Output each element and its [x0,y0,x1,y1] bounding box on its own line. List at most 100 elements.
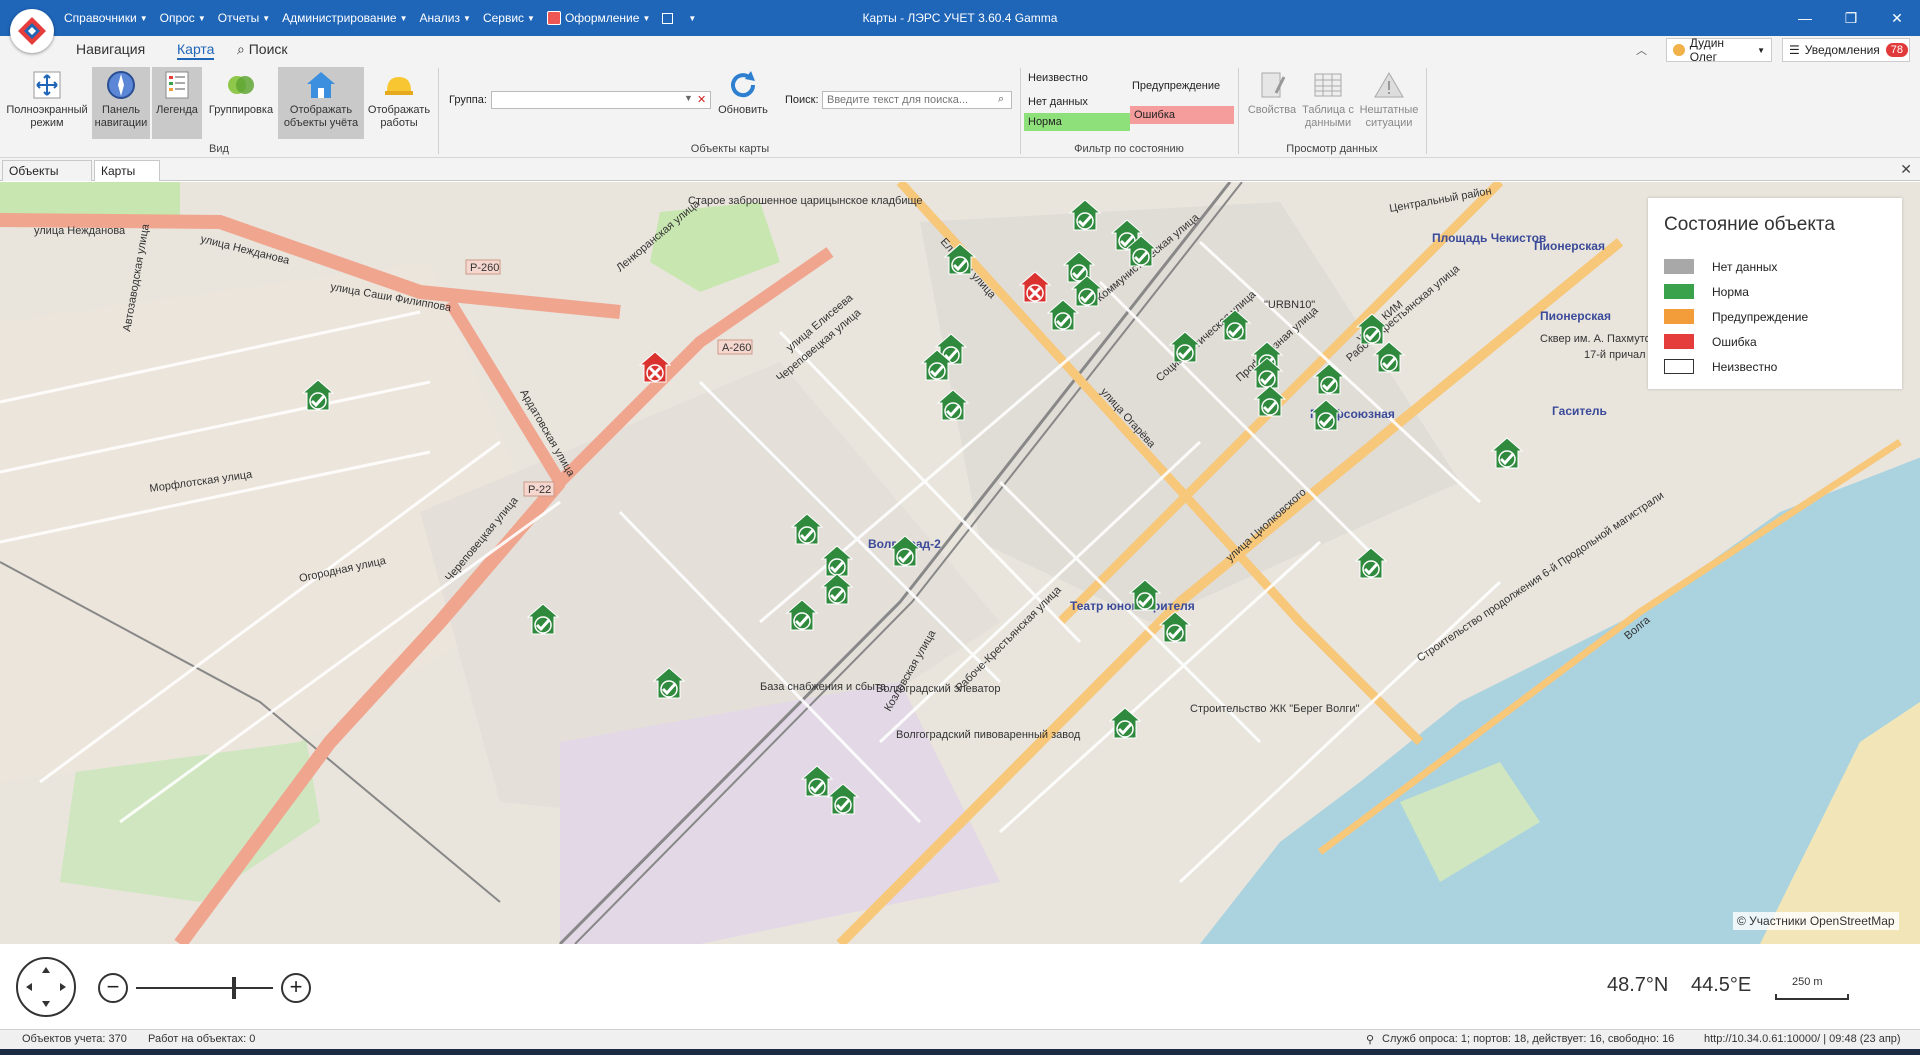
object-marker-normal[interactable] [936,388,970,422]
legend-label: Нет данных [1712,259,1778,274]
object-marker-normal[interactable] [1128,578,1162,612]
place-label: Пионерская [1540,309,1611,323]
object-marker-normal[interactable] [1108,706,1142,740]
misc-label: База снабжения и сбыта [760,681,887,693]
group-field-label: Группа: [449,94,487,106]
object-marker-normal[interactable] [526,602,560,636]
maximize-button[interactable]: ❐ [1828,0,1874,36]
show-objects-button[interactable]: Отображать объекты учёта [278,67,364,139]
status-server[interactable]: http://10.34.0.61:10000/ | 09:48 (23 апр… [1704,1033,1901,1045]
user-menu-button[interactable]: Дудин Олег ▼ [1666,36,1772,64]
menu-overflow-button[interactable]: ▼ [679,0,702,36]
menu-analysis[interactable]: Анализ ▼ [414,0,477,36]
misc-label: Старое заброшенное царицынское кладбище [688,195,923,207]
ribbon: Полноэкранный режим Панель навигации Лег… [0,64,1920,158]
object-marker-normal[interactable] [1218,308,1252,342]
logo-icon [18,17,46,45]
status-bar: Объектов учета: 370 Работ на объектах: 0… [0,1029,1920,1049]
tab-search[interactable]: ⌕ Поиск [237,41,288,58]
filter-no-data[interactable]: Нет данных [1024,93,1128,111]
zoom-slider-handle[interactable] [232,977,236,999]
search-icon[interactable]: ⌕ [998,93,1004,106]
object-marker-normal[interactable] [1124,234,1158,268]
menu-references[interactable]: Справочники ▼ [58,0,154,36]
doc-tab-objects[interactable]: Объекты учета [2,160,92,192]
zoom-slider-track[interactable] [136,987,273,989]
notifications-button[interactable]: ☰ Уведомления 78 [1782,38,1910,62]
object-marker-normal[interactable] [1354,546,1388,580]
pan-control[interactable] [16,957,76,1017]
object-marker-normal[interactable] [826,782,860,816]
object-marker-normal[interactable] [820,572,854,606]
menu-pin-button[interactable] [656,0,679,36]
filter-warning[interactable]: Предупреждение [1128,77,1234,95]
refresh-button[interactable]: Обновить [716,67,770,139]
object-marker-normal[interactable] [1068,198,1102,232]
object-marker-normal[interactable] [1158,610,1192,644]
menu-administration[interactable]: Администрирование ▼ [276,0,413,36]
show-works-button[interactable]: Отображать работы [366,67,432,139]
object-marker-normal[interactable] [785,598,819,632]
object-marker-normal[interactable] [1312,362,1346,396]
chevron-down-icon[interactable]: ▼ [684,93,693,103]
menu-service[interactable]: Сервис ▼ [477,0,541,36]
emergencies-button[interactable]: Нештатные ситуации [1356,67,1422,139]
legend-button[interactable]: Легенда [152,67,202,139]
doc-tab-maps[interactable]: Карты ✕ [94,160,160,192]
group-label-map-objects: Объекты карты [690,143,770,155]
filter-error[interactable]: Ошибка [1130,106,1234,124]
group-separator [438,68,439,154]
object-marker-normal[interactable] [1355,312,1389,346]
refresh-label: Обновить [718,104,768,116]
table-icon [1314,73,1342,97]
legend-label: Норма [1712,284,1749,299]
search-input[interactable] [822,91,1012,109]
osm-credit[interactable]: © Участники OpenStreetMap [1733,912,1899,930]
nav-panel-button[interactable]: Панель навигации [92,67,150,139]
group-select[interactable] [491,91,711,109]
menu-polling[interactable]: Опрос ▼ [154,0,212,36]
object-marker-normal[interactable] [943,242,977,276]
object-marker-normal[interactable] [920,348,954,382]
fullscreen-button[interactable]: Полноэкранный режим [4,67,90,139]
grouping-button[interactable]: Группировка [206,67,276,139]
chevron-down-icon: ▼ [463,13,471,23]
nav-panel-label-2: навигации [94,117,148,129]
zoom-in-button[interactable]: + [281,973,311,1003]
properties-icon [1261,72,1286,98]
menu-label: Опрос [159,11,195,25]
filter-normal[interactable]: Норма [1024,113,1130,131]
menu-reports[interactable]: Отчеты ▼ [212,0,276,36]
object-marker-normal[interactable] [1253,384,1287,418]
zoom-out-button[interactable]: − [98,973,128,1003]
legend-swatch [1664,334,1694,349]
object-marker-normal[interactable] [1309,398,1343,432]
tab-map[interactable]: Карта [177,41,215,60]
hard-hat-icon [385,77,413,95]
object-marker-normal[interactable] [888,534,922,568]
object-marker-normal[interactable] [790,512,824,546]
object-marker-error[interactable] [638,350,672,384]
clear-icon[interactable]: ✕ [697,93,706,106]
properties-button[interactable]: Свойства [1244,67,1300,139]
tab-navigation[interactable]: Навигация [76,41,145,57]
object-marker-normal[interactable] [1168,330,1202,364]
legend-button-label: Легенда [156,104,198,116]
close-icon[interactable]: ✕ [1900,161,1912,178]
legend-label: Неизвестно [1712,359,1778,374]
object-marker-normal[interactable] [1490,436,1524,470]
object-marker-normal[interactable] [652,666,686,700]
close-button[interactable]: ✕ [1874,0,1920,36]
collapse-ribbon-icon[interactable]: ︿ [1636,42,1647,58]
chevron-down-icon: ▼ [688,13,697,23]
minimize-button[interactable]: — [1782,0,1828,36]
status-objects: Объектов учета: 370 [22,1033,127,1045]
app-logo[interactable] [10,9,54,53]
object-marker-normal[interactable] [301,378,335,412]
taskbar-strip [0,1049,1920,1055]
data-table-button[interactable]: Таблица с данными [1302,67,1354,139]
filter-unknown[interactable]: Неизвестно [1024,69,1128,87]
object-marker-error[interactable] [1018,270,1052,304]
map-view[interactable]: улица Нежданова улица Нежданова улица Са… [0,182,1920,944]
menu-appearance[interactable]: Оформление ▼ [541,0,656,36]
